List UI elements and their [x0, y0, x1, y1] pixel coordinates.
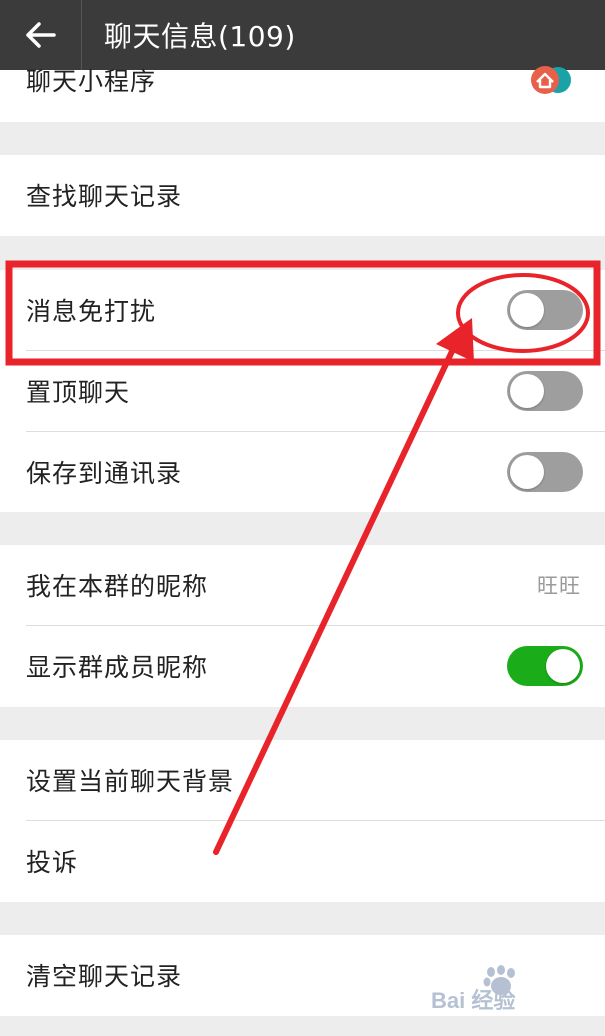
row-mini-program[interactable]: 聊天小程序: [0, 40, 605, 120]
row-my-nickname[interactable]: 我在本群的昵称 旺旺: [0, 545, 605, 625]
row-label-set-background: 设置当前聊天背景: [26, 767, 235, 796]
section-misc: 设置当前聊天背景 投诉: [0, 740, 605, 902]
switch-knob: [510, 455, 544, 489]
row-label-show-member-nicknames: 显示群成员昵称: [26, 653, 209, 682]
row-label-clear-history: 清空聊天记录: [26, 962, 183, 991]
row-label-my-nickname: 我在本群的昵称: [26, 572, 209, 601]
switch-knob: [510, 374, 544, 408]
section-search: 查找聊天记录: [0, 155, 605, 236]
show-member-nicknames-switch[interactable]: [507, 646, 583, 686]
row-do-not-disturb: 消息免打扰: [0, 270, 605, 350]
row-save-to-contacts: 保存到通讯录: [0, 432, 605, 512]
section-toggles: 消息免打扰 置顶聊天 保存到通讯录: [0, 270, 605, 512]
baidu-watermark-logo: Bai 经验: [431, 965, 515, 1012]
row-label-pin-chat: 置顶聊天: [26, 378, 131, 407]
section-mini-program: 聊天小程序: [0, 66, 605, 122]
my-nickname-value: 旺旺: [537, 574, 581, 598]
chat-info-screen: 聊天信息(109) 聊天小程序 查找聊天记录 消息免打扰 置顶聊天 保存到通讯录…: [0, 0, 605, 1036]
mini-program-icon: [531, 66, 571, 94]
switch-knob: [546, 649, 580, 683]
row-search-history[interactable]: 查找聊天记录: [0, 155, 605, 235]
row-set-background[interactable]: 设置当前聊天背景: [0, 740, 605, 820]
watermark-text: Bai 经验: [431, 988, 515, 1012]
row-label-search-history: 查找聊天记录: [26, 182, 183, 211]
switch-knob: [510, 293, 544, 327]
do-not-disturb-switch[interactable]: [507, 290, 583, 330]
row-report[interactable]: 投诉: [0, 821, 605, 901]
row-label-save-to-contacts: 保存到通讯录: [26, 459, 183, 488]
pin-chat-switch[interactable]: [507, 371, 583, 411]
row-label-report: 投诉: [26, 848, 79, 877]
save-to-contacts-switch[interactable]: [507, 452, 583, 492]
row-label-mini-program: 聊天小程序: [26, 67, 157, 96]
section-nickname: 我在本群的昵称 旺旺 显示群成员昵称: [0, 545, 605, 707]
row-pin-chat: 置顶聊天: [0, 351, 605, 431]
row-label-do-not-disturb: 消息免打扰: [26, 297, 157, 326]
row-show-member-nicknames: 显示群成员昵称: [0, 626, 605, 706]
